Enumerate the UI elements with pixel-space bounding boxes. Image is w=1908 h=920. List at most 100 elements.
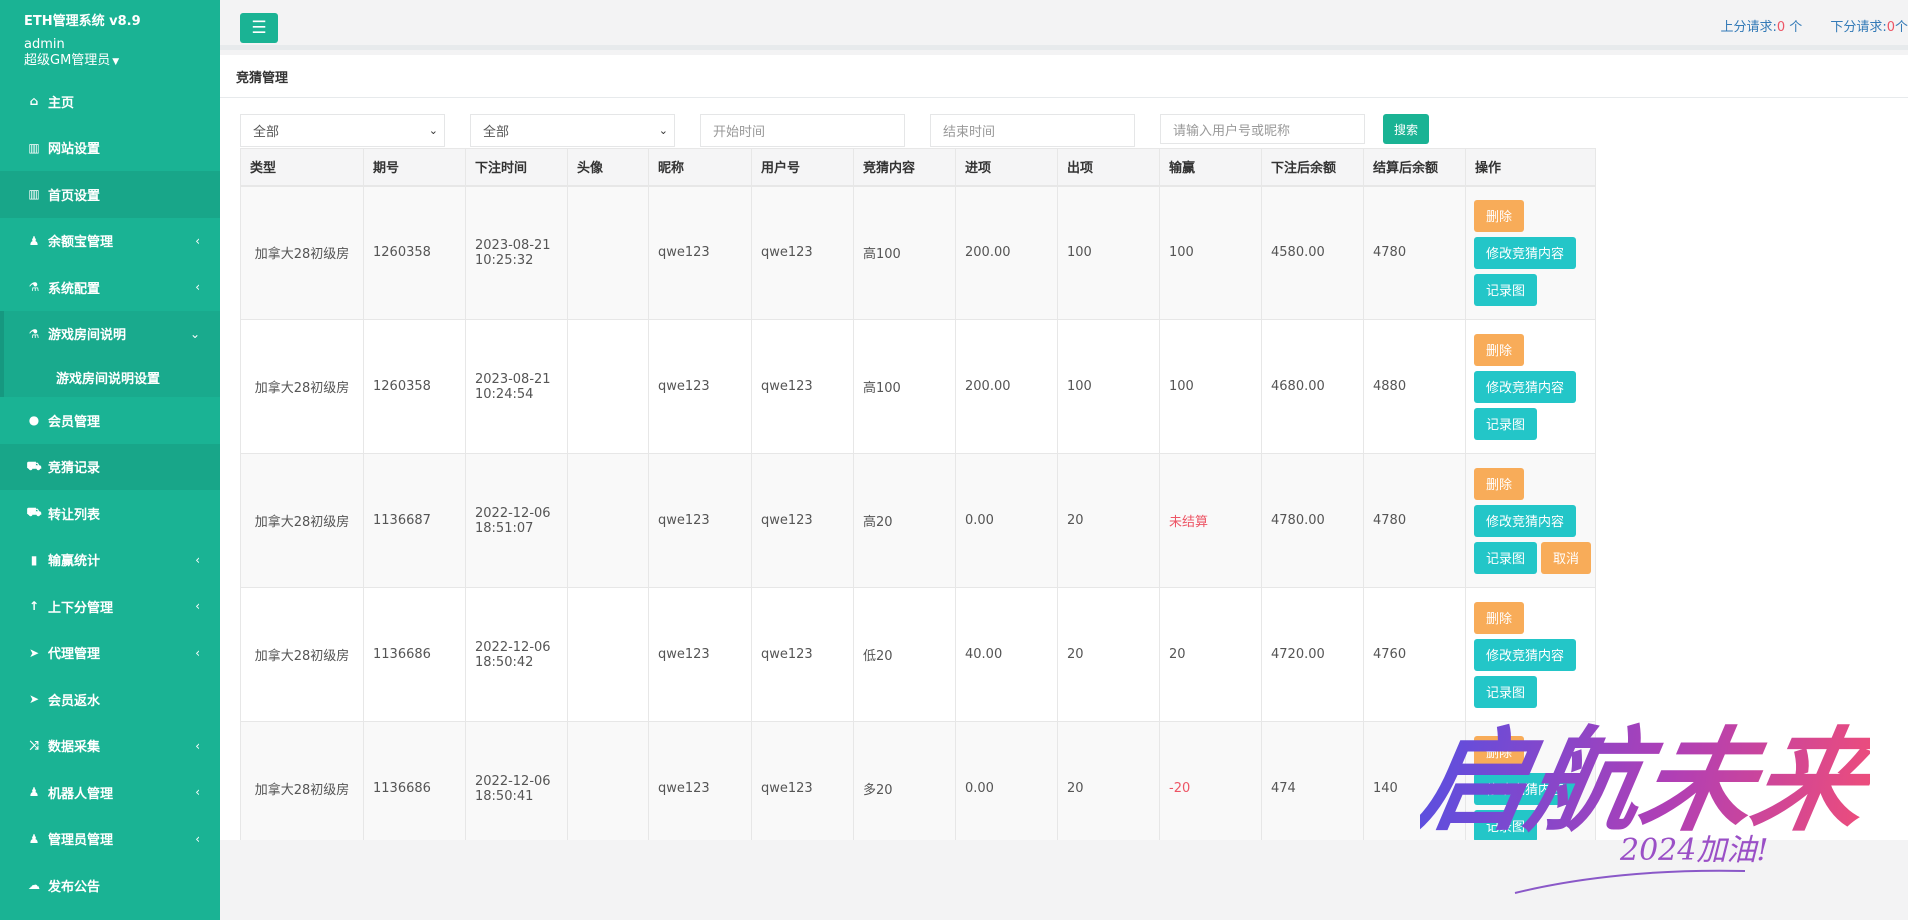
in-cell: 0.00 — [955, 453, 1058, 588]
sidebar-item-homepage-settings[interactable]: ▥ 首页设置 — [0, 171, 220, 218]
sidebar-item-data-collection[interactable]: ⤨ 数据采集 ‹ — [0, 723, 220, 770]
balance-after-cell: 4780 — [1363, 185, 1466, 320]
flask-icon: ⚗ — [28, 280, 40, 295]
content-cell: 高20 — [853, 453, 956, 588]
userid-cell: qwe123 — [751, 319, 854, 454]
delete-button[interactable]: 删除 — [1474, 467, 1525, 500]
sidebar-item-guess-records[interactable]: ⛟ 竞猜记录 — [0, 443, 220, 490]
up-request-link[interactable]: 上分请求:0 个 — [1720, 20, 1802, 35]
sidebar-item-score-management[interactable]: ↑ 上下分管理 ‹ — [0, 583, 220, 630]
nickname-cell: qwe123 — [648, 185, 752, 320]
bet-time: 10:25:32 — [475, 252, 534, 268]
bet-time-cell: 2022-12-06 18:50:42 — [465, 587, 568, 722]
end-time-input[interactable]: 结束时间 — [930, 114, 1135, 147]
sidebar-item-yuebao[interactable]: ♟ 余额宝管理 ‹ — [0, 218, 220, 265]
columns-icon: ▥ — [28, 187, 40, 202]
room-select[interactable]: 全部 ⌄ — [470, 114, 675, 147]
column-header: 进项 — [955, 148, 1058, 187]
chevron-down-icon: ⌄ — [428, 124, 438, 137]
sidebar-item-label: 系统配置 — [48, 281, 101, 297]
watermark-main-text: 启航未来 — [1420, 715, 1870, 847]
period-cell: 1260358 — [363, 185, 466, 320]
delete-button[interactable]: 删除 — [1474, 333, 1525, 366]
content-cell: 高100 — [853, 319, 956, 454]
sidebar-item-admin-management[interactable]: ♟ 管理员管理 ‹ — [0, 816, 220, 863]
table-row: 加拿大28初级房 1260358 2023-08-21 10:25:32 qwe123 q… — [240, 185, 1596, 320]
bet-time: 18:50:41 — [475, 788, 534, 804]
type-cell: 加拿大28初级房 — [240, 587, 364, 722]
avatar-cell — [567, 721, 649, 856]
user-search-input[interactable]: 请输入用户号或昵称 — [1160, 114, 1365, 144]
sidebar-group-game-room: ⚗ 游戏房间说明 ⌄ 游戏房间说明设置 — [0, 310, 220, 397]
paper-plane-icon: ➤ — [28, 692, 40, 707]
sidebar-item-robot-management[interactable]: ♟ 机器人管理 ‹ — [0, 769, 220, 816]
user-icon: ● — [28, 413, 40, 428]
chevron-left-icon: ‹ — [195, 233, 200, 248]
column-header: 竞猜内容 — [853, 148, 956, 187]
balance-before-cell: 4720.00 — [1261, 587, 1364, 722]
sidebar-item-label: 首页设置 — [48, 188, 101, 204]
table-row: 加拿大28初级房 1136687 2022-12-06 18:51:07 qwe123 q… — [240, 453, 1596, 588]
sidebar-item-win-loss-stats[interactable]: ▮ 输赢统计 ‹ — [0, 537, 220, 584]
sidebar-item-transfer-list[interactable]: ⛟ 转让列表 — [0, 490, 220, 537]
avatar-cell — [567, 319, 649, 454]
record-chart-button[interactable]: 记录图 — [1474, 273, 1538, 306]
content-cell: 低20 — [853, 587, 956, 722]
flask-icon: ⚗ — [28, 326, 40, 341]
edit-content-button[interactable]: 修改竞猜内容 — [1474, 236, 1577, 269]
out-cell: 20 — [1057, 587, 1160, 722]
in-cell: 200.00 — [955, 319, 1058, 454]
result-cell: -20 — [1159, 721, 1262, 856]
sidebar-item-label: 会员返水 — [48, 693, 101, 709]
search-button[interactable]: 搜索 — [1383, 114, 1429, 144]
down-request-label: 下分请求: — [1830, 20, 1887, 35]
sidebar-item-label: 代理管理 — [48, 647, 101, 663]
role-dropdown[interactable]: 超级GM管理员 ▼ — [24, 53, 220, 70]
content-cell: 多20 — [853, 721, 956, 856]
sidebar-item-member-rebate[interactable]: ➤ 会员返水 — [0, 676, 220, 723]
bet-time: 18:51:07 — [475, 520, 534, 536]
end-time-placeholder: 结束时间 — [943, 125, 996, 140]
operations-cell: 删除修改竞猜内容 记录图 取消 — [1465, 453, 1596, 588]
record-chart-button[interactable]: 记录图 — [1474, 541, 1538, 574]
edit-content-button[interactable]: 修改竞猜内容 — [1474, 504, 1577, 537]
balance-before-cell: 4580.00 — [1261, 185, 1364, 320]
balance-before-cell: 4680.00 — [1261, 319, 1364, 454]
sidebar-item-system-config[interactable]: ⚗ 系统配置 ‹ — [0, 264, 220, 311]
sidebar-subitem-game-room-settings[interactable]: 游戏房间说明设置 — [4, 357, 220, 397]
edit-content-button[interactable]: 修改竞猜内容 — [1474, 370, 1577, 403]
up-request-count: 0 — [1776, 20, 1786, 35]
type-select-value: 全部 — [253, 125, 280, 140]
sidebar-item-label: 会员管理 — [48, 414, 101, 430]
down-request-link[interactable]: 下分请求:0个 — [1830, 20, 1908, 35]
chevron-left-icon: ‹ — [195, 831, 200, 846]
sidebar-item-announcements[interactable]: ☁ 发布公告 — [0, 862, 220, 909]
cancel-button[interactable]: 取消 — [1541, 541, 1592, 574]
sidebar-item-game-room[interactable]: ⚗ 游戏房间说明 ⌄ — [4, 311, 220, 358]
bet-time-cell: 2023-08-21 10:25:32 — [465, 185, 568, 320]
sidebar-item-site-settings[interactable]: ▥ 网站设置 — [0, 125, 220, 172]
type-select[interactable]: 全部 ⌄ — [240, 114, 445, 147]
column-header: 出项 — [1057, 148, 1160, 187]
delete-button[interactable]: 删除 — [1474, 199, 1525, 232]
watermark-sub-text: 2024加油! — [1619, 833, 1768, 868]
sidebar-item-agent-management[interactable]: ➤ 代理管理 ‹ — [0, 630, 220, 677]
userid-cell: qwe123 — [751, 453, 854, 588]
sidebar-item-home[interactable]: ⌂ 主页 — [0, 78, 220, 125]
bar-chart-icon: ▮ — [30, 552, 38, 567]
in-cell: 40.00 — [955, 587, 1058, 722]
table-row: 加拿大28初级房 1136686 2022-12-06 18:50:42 qwe123 q… — [240, 587, 1596, 722]
sidebar-item-label: 管理员管理 — [48, 833, 114, 849]
column-header: 用户号 — [751, 148, 854, 187]
nickname-cell: qwe123 — [648, 721, 752, 856]
nickname-cell: qwe123 — [648, 453, 752, 588]
role-label: 超级GM管理员 — [24, 53, 111, 68]
table-row: 加拿大28初级房 1136686 2022-12-06 18:50:41 qwe123 q… — [240, 721, 1596, 856]
menu-toggle-button[interactable]: ☰ — [240, 13, 278, 43]
record-chart-button[interactable]: 记录图 — [1474, 407, 1538, 440]
start-time-input[interactable]: 开始时间 — [700, 114, 905, 147]
column-header: 结算后余额 — [1363, 148, 1466, 187]
sidebar-item-members[interactable]: ● 会员管理 — [0, 397, 220, 444]
out-cell: 20 — [1057, 453, 1160, 588]
delete-button[interactable]: 删除 — [1474, 601, 1525, 634]
